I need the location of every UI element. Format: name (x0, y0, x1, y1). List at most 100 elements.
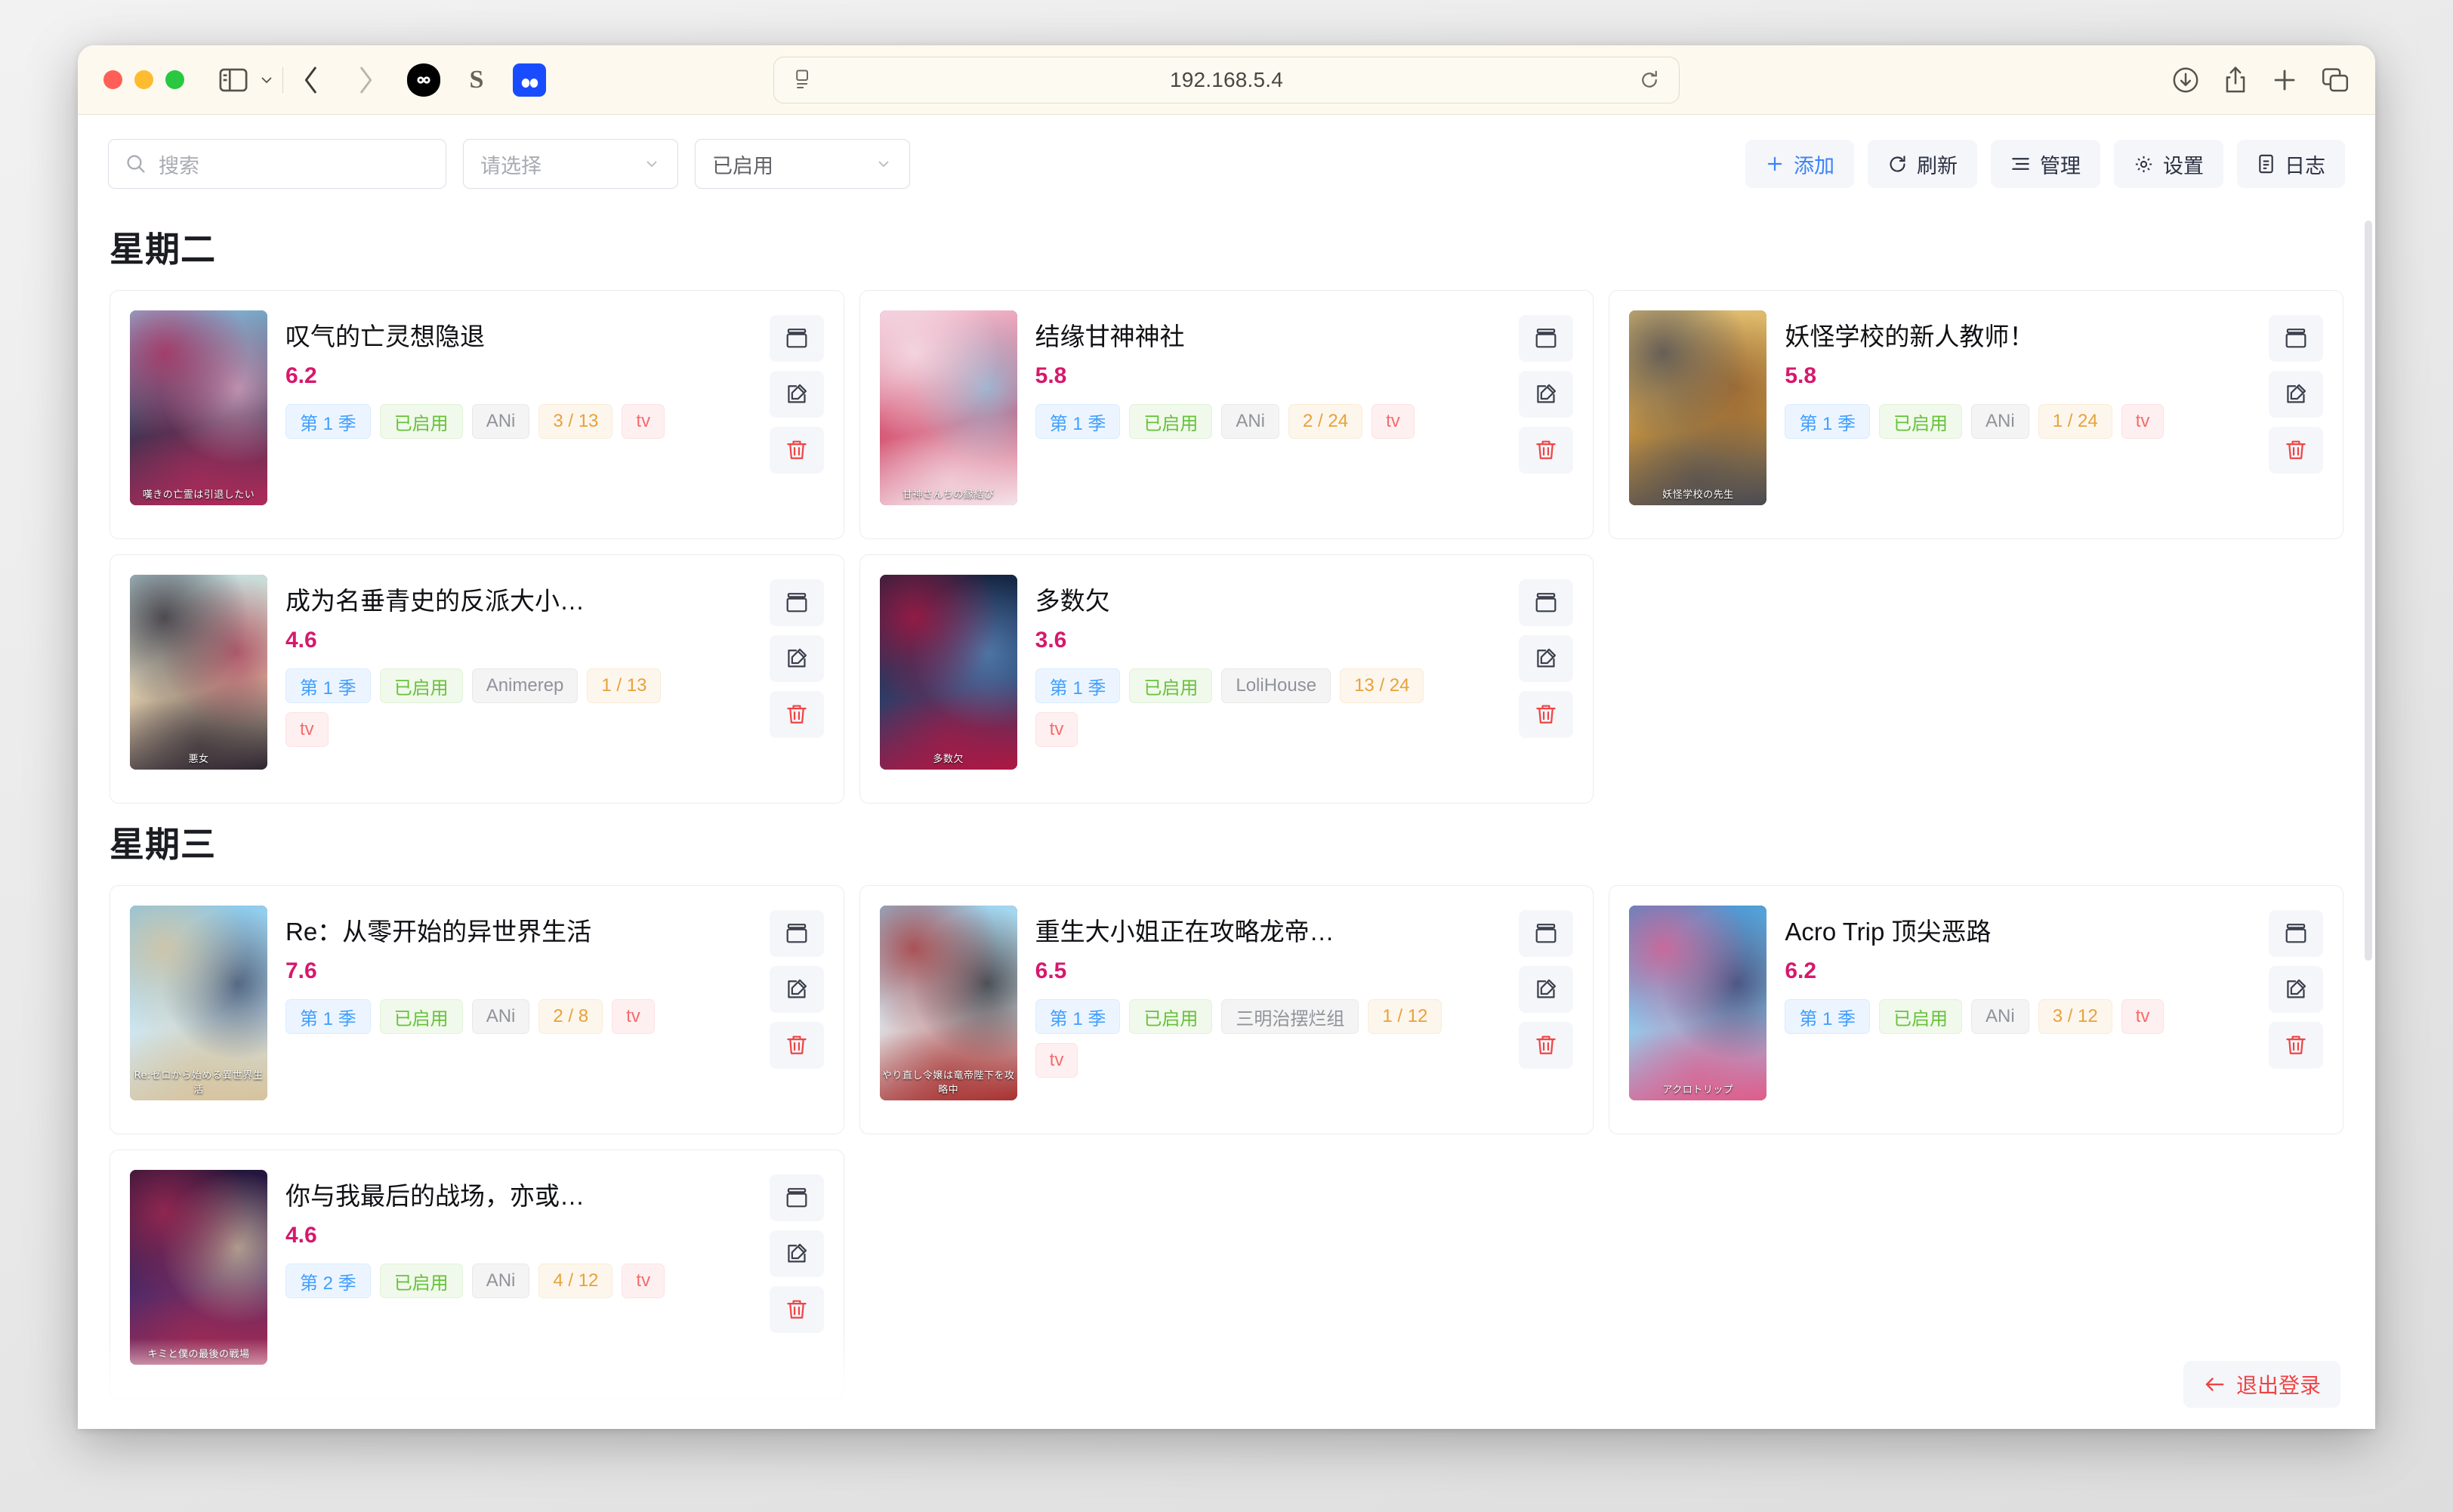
anime-card-body: 多数欠 3.6 第 1 季已启用 LoliHouse 13 / 24 tv (1035, 575, 1501, 783)
edit-button[interactable] (769, 1230, 824, 1277)
zoom-window-button[interactable] (165, 70, 184, 89)
anime-card[interactable]: 多数欠 多数欠 3.6 第 1 季已启用 LoliHouse 13 / 24 tv (859, 554, 1594, 804)
anime-title: 叹气的亡灵想隐退 (285, 322, 485, 350)
archive-button[interactable] (769, 579, 824, 626)
poster-caption: アクロトリップ (1662, 1085, 1734, 1096)
edit-button[interactable] (1519, 635, 1574, 682)
edit-button[interactable] (1519, 966, 1574, 1013)
schedule-sections: 星期二 嘆きの亡霊は引退したい 叹气的亡灵想隐退 6.2 第 1 季已启用 ANi 3 / … (78, 222, 2375, 1399)
delete-button[interactable] (769, 1286, 824, 1333)
chevron-down-icon[interactable] (258, 74, 275, 86)
status-tag: 已启用 (1129, 668, 1213, 703)
anime-card[interactable]: やり直し令嬢は竜帝陛下を攻略中 重生大小姐正在攻略龙帝… 6.5 第 1 季已启用 三明… (859, 885, 1594, 1134)
archive-button[interactable] (1519, 910, 1574, 957)
archive-button[interactable] (1519, 579, 1574, 626)
archive-button[interactable] (769, 910, 824, 957)
edit-button[interactable] (769, 966, 824, 1013)
edit-pencil-icon (785, 646, 809, 671)
trash-icon (1534, 438, 1558, 462)
toolbar-button-3[interactable]: 管理 (1991, 140, 2100, 188)
archive-button[interactable] (2269, 910, 2323, 957)
document-icon (2257, 153, 2276, 174)
toolbar-button-1[interactable]: 添加 (1745, 140, 1854, 188)
toolbar-button-5[interactable]: 日志 (2237, 140, 2345, 188)
edit-button[interactable] (1519, 371, 1574, 418)
delete-button[interactable] (769, 1022, 824, 1069)
close-window-button[interactable] (103, 70, 122, 89)
delete-button[interactable] (769, 427, 824, 474)
reader-view-icon[interactable] (791, 69, 816, 91)
archive-button[interactable] (1519, 315, 1574, 362)
s-favicon-icon[interactable]: S (460, 63, 493, 97)
media-type-tag: tv (1372, 404, 1415, 439)
poster-caption: 嘆きの亡霊は引退したい (142, 489, 255, 501)
progress-tag: 13 / 24 (1340, 668, 1424, 703)
anime-tag-list: 第 1 季已启用 ANi 2 / 24 tv (1035, 404, 1458, 439)
trash-icon (785, 1298, 809, 1322)
reload-icon[interactable] (1637, 69, 1662, 91)
plus-icon[interactable] (2271, 66, 2298, 94)
anime-card-body: 成为名垂青史的反派大小… 4.6 第 1 季已启用 Animerep 1 / 13 tv (285, 575, 751, 783)
anime-card[interactable]: 甘神さんちの縁結び 结缘甘神神社 5.8 第 1 季已启用 ANi 2 / 24 tv (859, 290, 1594, 539)
blue-favicon-icon[interactable] (513, 63, 546, 97)
edit-button[interactable] (769, 371, 824, 418)
edit-pencil-icon (2284, 977, 2308, 1001)
archive-button[interactable] (769, 315, 824, 362)
toolbar-button-2[interactable]: 刷新 (1868, 140, 1977, 188)
logout-button[interactable]: 退出登录 (2183, 1361, 2340, 1408)
anime-card[interactable]: Re:ゼロから始める異世界生活 Re：从零开始的异世界生活 7.6 第 1 季已启用 A… (110, 885, 844, 1134)
filter-select-value: 请选择 (480, 154, 542, 177)
season-tag: 第 1 季 (1035, 999, 1121, 1034)
anime-poster-image: やり直し令嬢は竜帝陛下を攻略中 (879, 906, 1017, 1100)
back-arrow-icon[interactable] (291, 60, 332, 100)
anime-score: 5.8 (1035, 363, 1067, 388)
logout-label: 退出登录 (2235, 1374, 2321, 1397)
anime-card[interactable]: アクロトリップ Acro Trip 顶尖恶路 6.2 第 1 季已启用 ANi 3 / 1… (1609, 885, 2343, 1134)
anime-card-actions (1519, 906, 1574, 1114)
sidebar-icon[interactable] (219, 68, 248, 92)
download-icon[interactable] (2171, 66, 2200, 94)
anime-title: 成为名垂青史的反派大小… (285, 587, 585, 615)
anime-title: Re：从零开始的异世界生活 (285, 918, 592, 946)
edit-button[interactable] (2269, 966, 2323, 1013)
anime-poster-image: 甘神さんちの縁結び (879, 310, 1017, 505)
window-traffic-lights[interactable] (103, 70, 184, 89)
anime-card[interactable]: キミと僕の最後の戦場 你与我最后的战场，亦或… 4.6 第 2 季已启用 ANi 4 / … (110, 1149, 844, 1399)
delete-button[interactable] (2269, 1022, 2323, 1069)
anime-card[interactable]: 悪女 成为名垂青史的反派大小… 4.6 第 1 季已启用 Animerep 1 / 13 t… (110, 554, 844, 804)
delete-button[interactable] (1519, 427, 1574, 474)
archive-box-icon (1534, 591, 1558, 615)
archive-button[interactable] (769, 1174, 824, 1221)
address-bar[interactable]: 192.168.5.4 (773, 56, 1680, 103)
forward-arrow-icon[interactable] (345, 60, 386, 100)
toolbar-button-4[interactable]: 设置 (2114, 140, 2223, 188)
desktop-background: S 192.168.5.4 搜索 请选择 已启用 添加 刷新 管理 设置 日志 … (0, 0, 2453, 1512)
edit-button[interactable] (769, 635, 824, 682)
search-input[interactable]: 搜索 (108, 139, 446, 189)
delete-button[interactable] (1519, 691, 1574, 738)
page-scrollbar[interactable] (2365, 221, 2372, 961)
anime-score: 4.6 (285, 1223, 317, 1248)
infinity-favicon-icon[interactable] (407, 63, 440, 97)
search-icon (125, 153, 147, 174)
delete-button[interactable] (1519, 1022, 1574, 1069)
anime-tag-list: 第 1 季已启用 LoliHouse 13 / 24 tv (1035, 668, 1458, 747)
status-select[interactable]: 已启用 (695, 139, 910, 189)
toolbar-button-label: 日志 (2285, 154, 2325, 177)
anime-card[interactable]: 嘆きの亡霊は引退したい 叹气的亡灵想隐退 6.2 第 1 季已启用 ANi 3 / 13 t… (110, 290, 844, 539)
filter-select[interactable]: 请选择 (463, 139, 678, 189)
minimize-window-button[interactable] (134, 70, 153, 89)
chevron-down-icon (875, 158, 893, 170)
delete-button[interactable] (2269, 427, 2323, 474)
anime-card[interactable]: 妖怪学校の先生 妖怪学校的新人教师！ 5.8 第 1 季已启用 ANi 1 / 24 tv (1609, 290, 2343, 539)
share-icon[interactable] (2223, 65, 2248, 95)
subtitle-group-tag: ANi (1971, 404, 2029, 439)
season-tag: 第 1 季 (1785, 404, 1871, 439)
delete-button[interactable] (769, 691, 824, 738)
anime-card-actions (2269, 906, 2323, 1114)
tab-overview-icon[interactable] (2321, 66, 2350, 94)
season-tag: 第 1 季 (1035, 404, 1121, 439)
status-tag: 已启用 (379, 668, 463, 703)
edit-button[interactable] (2269, 371, 2323, 418)
archive-button[interactable] (2269, 315, 2323, 362)
